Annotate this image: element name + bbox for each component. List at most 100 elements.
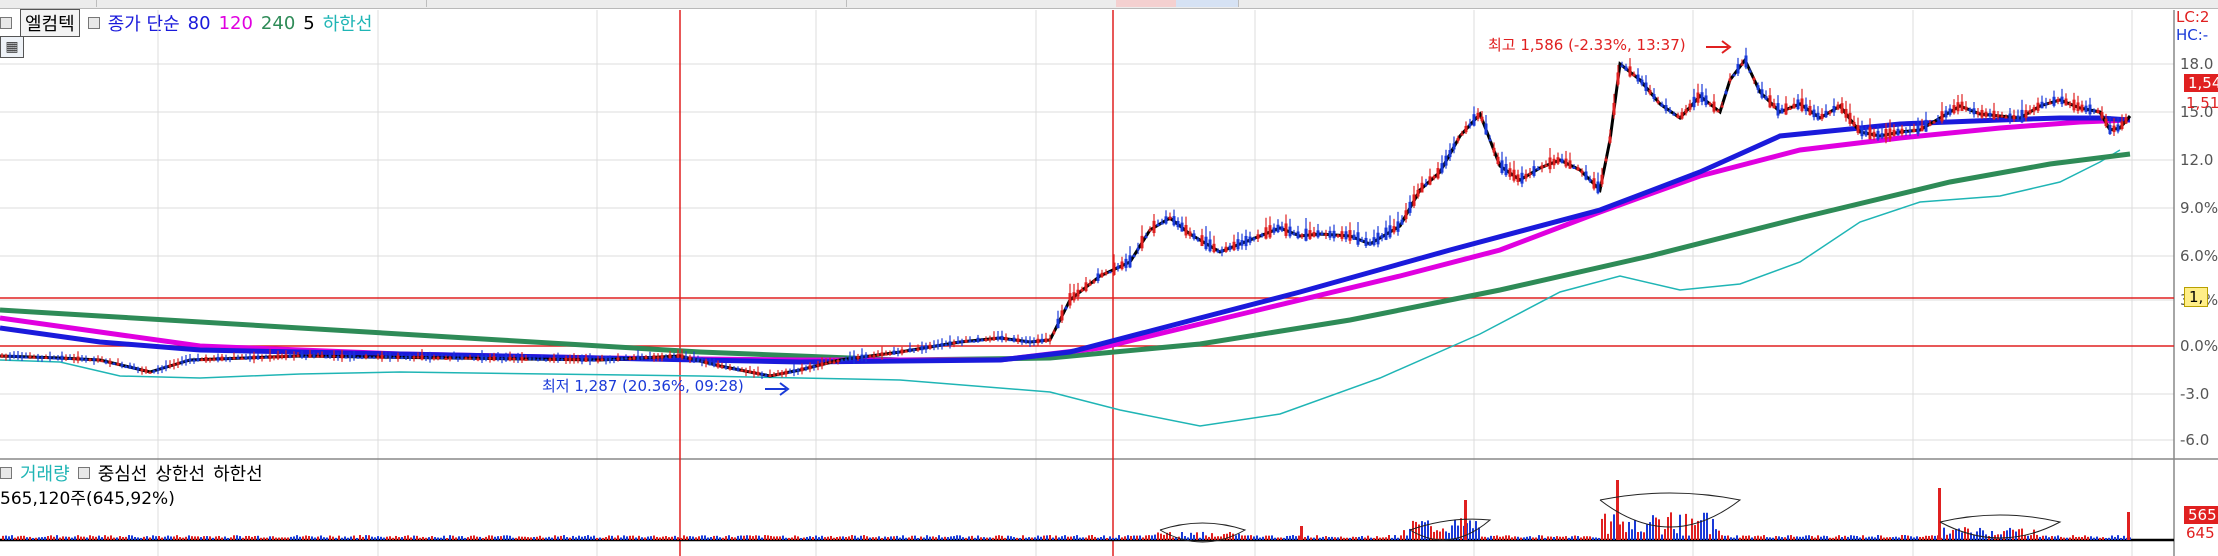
candle-body — [108, 360, 112, 364]
volume-bar — [1943, 527, 1945, 540]
volume-bar — [1358, 536, 1360, 540]
volume-bar — [1259, 537, 1261, 540]
volume-bar — [1811, 536, 1813, 540]
candle-body — [1788, 107, 1792, 110]
volume-bar — [578, 535, 580, 540]
candle-body — [812, 365, 816, 368]
candle-body — [484, 356, 488, 360]
candle-body — [860, 354, 864, 360]
candle-body — [1416, 189, 1420, 197]
candle-body — [912, 348, 916, 351]
volume-bar — [404, 535, 406, 540]
volume-bar — [1805, 535, 1807, 540]
volume-bar — [947, 537, 949, 540]
candle-body — [448, 357, 452, 360]
candle-body — [296, 354, 300, 357]
volume-bar — [254, 536, 256, 540]
axis-tick-label: 6.0% — [2180, 247, 2218, 265]
volume-bar — [92, 536, 94, 540]
volume-bar — [539, 535, 541, 540]
chart-grid — [0, 10, 2218, 556]
candle-body — [676, 354, 680, 358]
volume-bar — [1253, 536, 1255, 540]
volume-bar — [677, 537, 679, 540]
volume-bar — [431, 535, 433, 540]
volume-bar — [1283, 537, 1285, 540]
volume-bar — [1961, 532, 1963, 540]
candle-body — [16, 354, 20, 358]
volume-bar — [1286, 535, 1288, 540]
candle-body — [424, 356, 428, 359]
volume-bar — [1703, 512, 1705, 540]
volume-bar — [269, 536, 271, 540]
candle-body — [360, 356, 364, 359]
volume-bar — [1523, 537, 1525, 540]
volume-bar — [950, 536, 952, 540]
candle-body — [840, 359, 844, 362]
candle-body — [412, 356, 416, 359]
candle-body — [1300, 234, 1304, 237]
candle-body — [92, 358, 96, 361]
volume-bar — [416, 535, 418, 540]
volume-bar — [398, 537, 400, 540]
volume-bar — [1241, 535, 1243, 540]
volume-bar — [77, 535, 79, 540]
candle-body — [324, 356, 328, 359]
volume-bar — [695, 537, 697, 540]
candle-body — [184, 359, 188, 363]
candle-body — [1752, 77, 1756, 81]
candle-body — [0, 354, 4, 358]
volume-bar — [281, 537, 283, 540]
volume-bar — [1229, 532, 1231, 540]
candle-body — [876, 354, 880, 357]
volume-bar — [869, 537, 871, 540]
volume-bar — [1346, 537, 1348, 540]
candle-body — [1784, 103, 1788, 115]
candle-body — [36, 355, 40, 359]
volume-bar — [68, 536, 70, 540]
candle-body — [336, 356, 340, 359]
volume-bar — [413, 535, 415, 540]
volume-bar — [86, 537, 88, 540]
volume-bar — [1736, 535, 1738, 540]
volume-bar — [314, 537, 316, 540]
candle-body — [1320, 233, 1324, 236]
candle-body — [1708, 102, 1712, 105]
candle-body — [284, 354, 288, 359]
volume-bar — [1694, 525, 1696, 540]
legend-marker-icon[interactable] — [0, 467, 12, 479]
volume-bar — [140, 537, 142, 540]
volume-bar — [1505, 535, 1507, 540]
candle-body — [356, 356, 360, 359]
candle-body — [1184, 224, 1188, 236]
volume-bar — [131, 535, 133, 540]
volume-bar — [911, 535, 913, 540]
candle-body — [132, 366, 136, 370]
candle-body — [88, 358, 92, 361]
volume-bar — [1925, 535, 1927, 540]
candle-body — [100, 360, 104, 363]
volume-bar — [1652, 515, 1654, 540]
candle-body — [1108, 271, 1112, 274]
volume-bar — [464, 537, 466, 540]
candle-body — [1136, 247, 1140, 251]
candle-body — [1368, 241, 1372, 246]
volume-bar — [1493, 535, 1495, 540]
candle-body — [1628, 66, 1632, 77]
volume-bar — [116, 537, 118, 540]
volume-bar — [818, 537, 820, 540]
candle-body — [868, 355, 872, 358]
volume-bar — [1310, 537, 1312, 540]
volume-bar — [1214, 536, 1216, 540]
candle-body — [1212, 243, 1216, 253]
price-chart[interactable]: 18.015.012.09.0%6.0%3.0%0.0%-3.0-6.0 — [0, 0, 2218, 556]
volume-bar — [2000, 534, 2002, 540]
legend-marker-icon[interactable] — [77, 467, 90, 479]
candle-body — [28, 355, 32, 358]
volume-bar — [740, 535, 742, 540]
volume-bar — [1436, 530, 1438, 540]
candle-body — [1156, 223, 1160, 227]
candle-body — [1880, 133, 1884, 138]
volume-bar — [1487, 537, 1489, 540]
candle-body — [232, 357, 236, 360]
